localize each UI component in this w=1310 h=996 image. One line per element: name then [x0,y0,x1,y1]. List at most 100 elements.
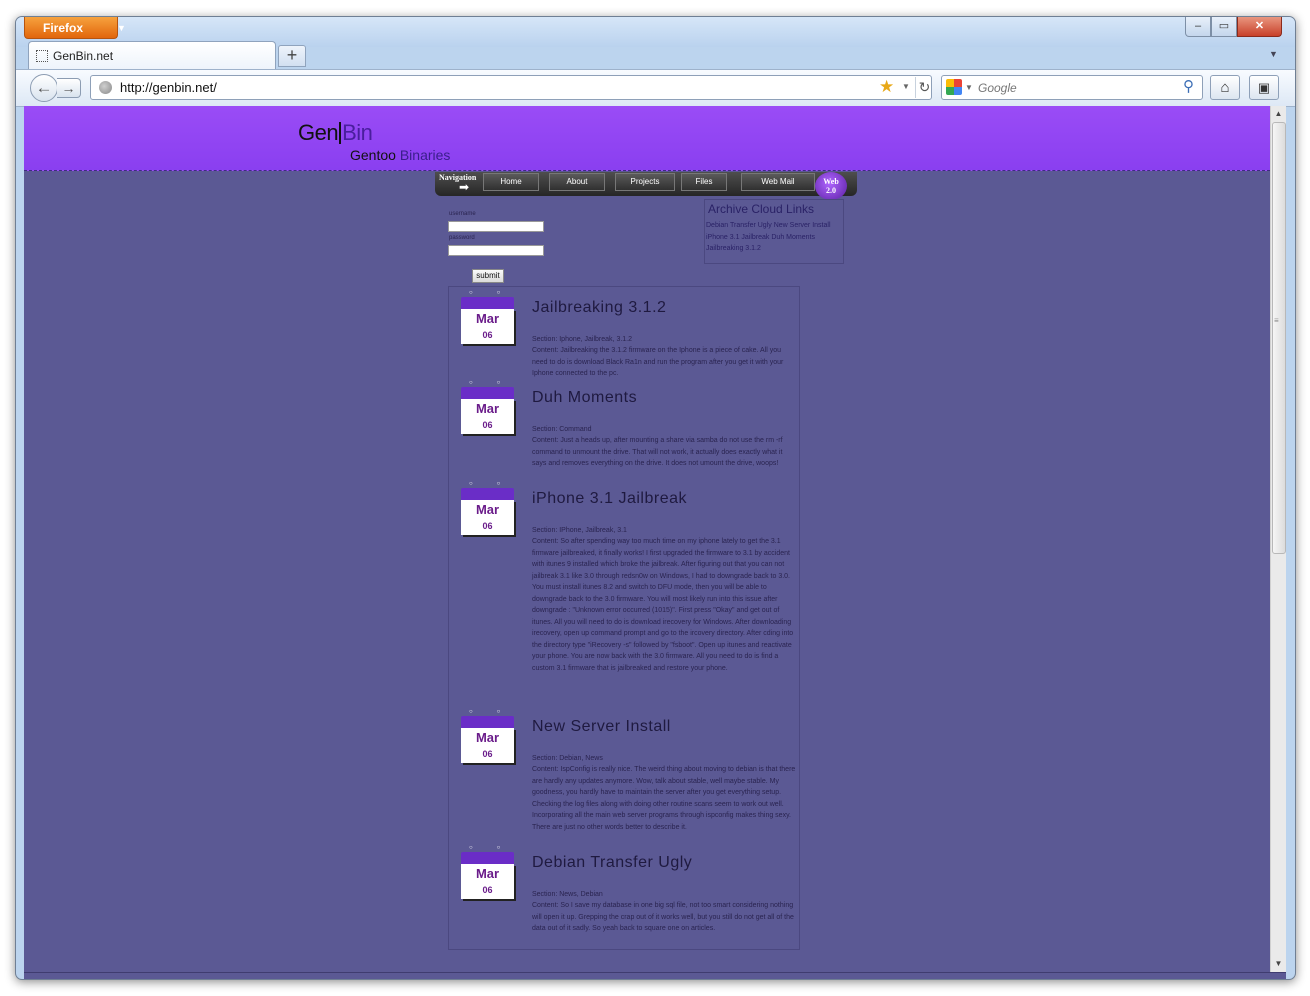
chevron-down-icon: ▼ [117,23,126,33]
post-content: Content: Jailbreaking the 3.1.2 firmware… [532,347,784,377]
calendar-header [461,716,514,728]
firefox-menu-button[interactable]: Firefox ▼ [24,17,126,39]
bookmarks-icon: ▣ [1257,80,1271,95]
maximize-button[interactable]: ▭ [1211,17,1237,37]
calendar-header [461,488,514,500]
calendar-rings: ○○ [469,845,525,851]
calendar-icon: ○○ Mar 06 [461,380,525,439]
site-header: Gen Bin Gentoo Binaries [24,106,1270,171]
post-section: Section: Command [532,426,592,433]
search-engine-dropdown-icon[interactable]: ▼ [965,83,973,92]
post-month: Mar [475,730,500,745]
logo-divider [339,122,342,144]
post-content: Content: So I save my database in one bi… [532,902,794,932]
navigation-label: Navigation [439,173,477,182]
nav-about[interactable]: About [549,173,605,191]
tagline-binaries: Binaries [399,147,451,163]
page-icon [36,50,48,62]
calendar-icon: ○○ Mar 06 [461,845,525,904]
forward-arrow-icon: → [61,80,76,96]
google-icon[interactable] [946,79,962,95]
scroll-up-icon[interactable]: ▲ [1271,106,1286,122]
home-icon: ⌂ [1220,79,1230,96]
minimize-button[interactable]: ‒ [1185,17,1211,37]
post-day: 06 [482,749,493,759]
post-content: Content: Just a heads up, after mounting… [532,437,783,467]
site-logo[interactable]: Gen Bin [298,120,373,146]
archive-links[interactable]: Debian Transfer Ugly New Server Install … [706,220,840,255]
url-text[interactable]: http://genbin.net/ [120,80,217,95]
list-all-tabs-icon[interactable]: ▼ [1269,49,1278,59]
tagline-gentoo: Gentoo [350,147,396,163]
post-month: Mar [475,502,500,517]
browser-window: Firefox ▼ ‒ ▭ ✕ GenBin.net + ▼ ← → http:… [15,16,1296,980]
calendar-icon: ○○ Mar 06 [461,709,525,768]
post-month: Mar [475,866,500,881]
post-day: 06 [482,330,493,340]
navigation-toolbar: ← → http://genbin.net/ ★ ▼ ↻ ▼ Google ⚲ … [16,69,1295,107]
badge-web: Web [823,177,839,186]
new-tab-button[interactable]: + [278,45,306,67]
post-section: Section: Debian, News [532,755,603,762]
calendar-icon: ○○ Mar 06 [461,481,525,540]
reload-icon[interactable]: ↻ [915,77,933,98]
search-input[interactable]: Google [978,81,1017,95]
forward-button[interactable]: → [57,78,81,98]
password-label: password [449,235,475,241]
posts-list: ○○ Mar 06 Jailbreaking 3.1.2 Section: Ip… [448,286,800,950]
post-title[interactable]: New Server Install [532,718,671,736]
web-page: Gen Bin Gentoo Binaries Navigation ➡ Home… [24,106,1270,972]
calendar-rings: ○○ [469,481,525,487]
scroll-down-icon[interactable]: ▼ [1271,956,1286,972]
post-section: Section: IPhone, Jailbreak, 3.1 [532,527,627,534]
post-title[interactable]: Debian Transfer Ugly [532,854,692,872]
url-dropdown-icon[interactable]: ▼ [902,82,910,91]
post-section: Section: Iphone, Jailbreak, 3.1.2 [532,336,633,343]
nav-web-mail[interactable]: Web Mail [741,173,815,191]
post-title[interactable]: iPhone 3.1 Jailbreak [532,490,687,508]
bookmarks-button[interactable]: ▣ [1249,75,1279,100]
post-section: Section: News, Debian [532,891,603,898]
calendar-header [461,297,514,309]
url-bar[interactable]: http://genbin.net/ ★ ▼ ↻ [90,75,932,100]
calendar-icon: ○○ Mar 06 [461,290,525,349]
search-icon[interactable]: ⚲ [1183,77,1194,95]
post-day: 06 [482,521,493,531]
calendar-rings: ○○ [469,290,525,296]
site-tagline: Gentoo Binaries [350,147,450,163]
password-field[interactable] [448,245,544,256]
badge-version: 2.0 [826,186,836,195]
scroll-thumb[interactable] [1272,122,1286,554]
close-button[interactable]: ✕ [1237,17,1282,37]
tab-genbin[interactable]: GenBin.net [28,41,276,69]
vertical-scrollbar[interactable]: ▲ ≡ ▼ [1270,106,1286,972]
calendar-header [461,852,514,864]
right-arrow-icon: ➡ [459,180,470,194]
post-content: Content: IspConfig is really nice. The w… [532,766,796,831]
search-bar[interactable]: ▼ Google ⚲ [941,75,1203,100]
back-button[interactable]: ← [30,74,58,102]
logo-gen: Gen [298,120,339,145]
logo-bin: Bin [342,120,373,145]
scroll-grip-icon: ≡ [1274,316,1279,325]
post-title[interactable]: Jailbreaking 3.1.2 [532,299,666,317]
bookmark-star-icon[interactable]: ★ [879,77,894,97]
back-arrow-icon: ← [35,78,53,97]
nav-projects[interactable]: Projects [615,173,675,191]
tab-title: GenBin.net [53,49,114,63]
post-day: 06 [482,885,493,895]
calendar-rings: ○○ [469,709,525,715]
username-label: username [449,211,476,217]
nav-files[interactable]: Files [681,173,727,191]
home-button[interactable]: ⌂ [1210,75,1240,100]
calendar-rings: ○○ [469,380,525,386]
post-month: Mar [475,311,500,326]
submit-button[interactable]: submit [472,269,504,283]
calendar-header [461,387,514,399]
firefox-menu-label: Firefox [43,21,84,35]
post-month: Mar [475,401,500,416]
post-title[interactable]: Duh Moments [532,389,637,407]
status-bar [24,972,1286,979]
nav-home[interactable]: Home [483,173,539,191]
username-field[interactable] [448,221,544,232]
